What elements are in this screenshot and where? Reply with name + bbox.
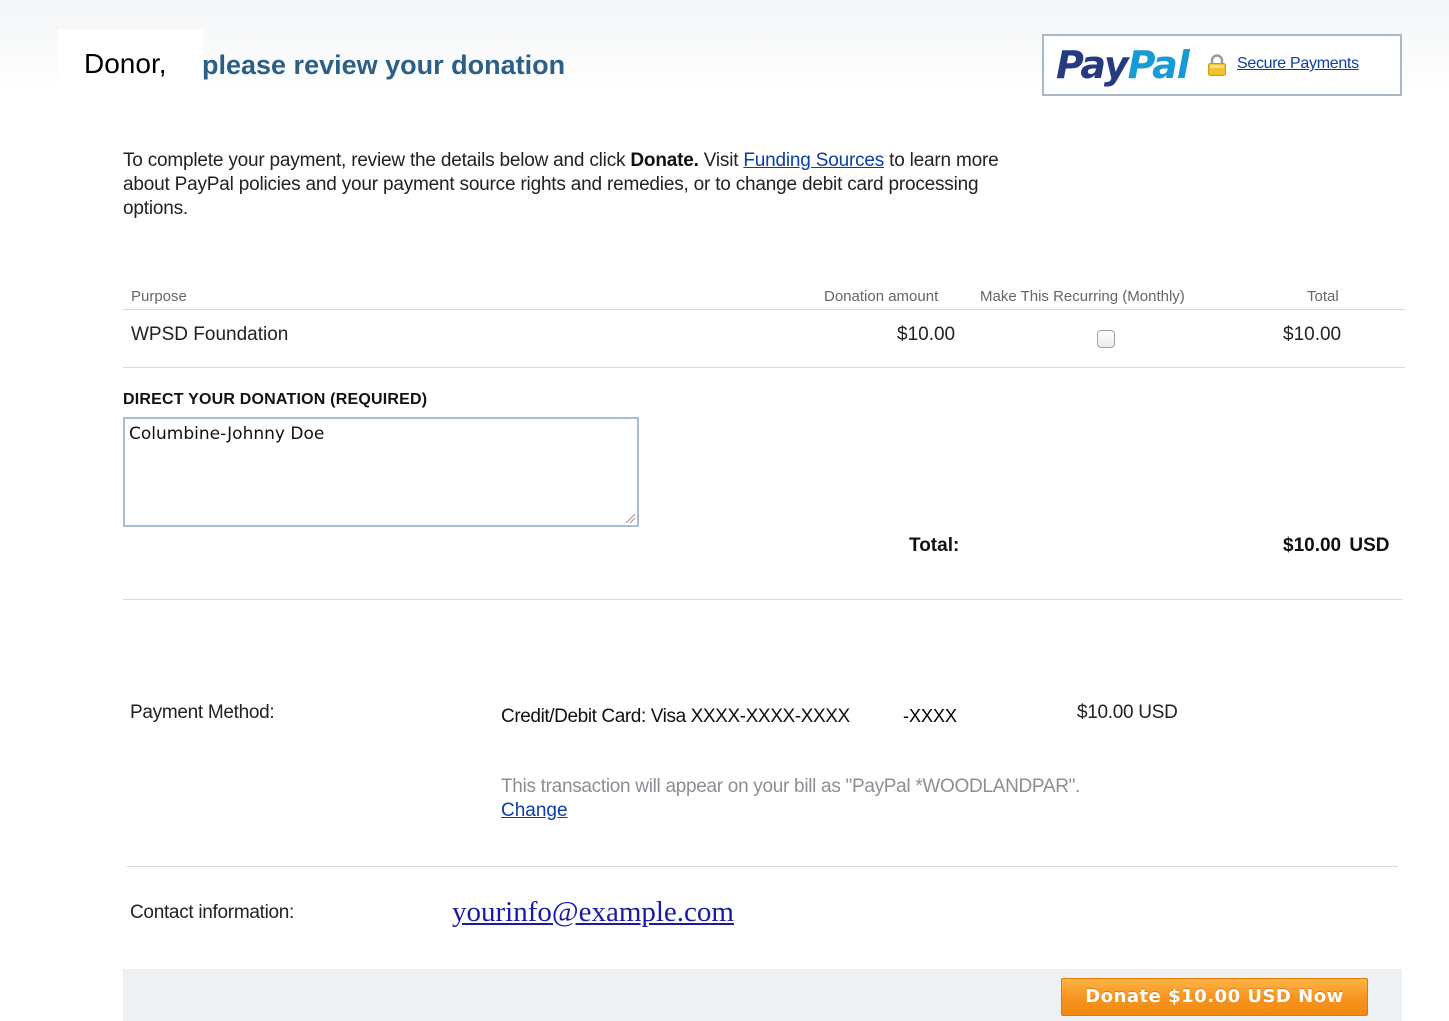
donation-amount-cell: $10.00	[897, 324, 956, 345]
contact-information-label: Contact information:	[130, 902, 295, 923]
paypal-logo-pay: Pay	[1056, 43, 1129, 87]
secure-payments-link[interactable]: Secure Payments	[1237, 55, 1359, 73]
billing-descriptor-note: This transaction will appear on your bil…	[501, 776, 1081, 797]
donate-now-button[interactable]: Donate $10.00 USD Now	[1061, 978, 1368, 1016]
lock-icon	[1208, 54, 1226, 76]
paypal-logo-pal: Pal	[1127, 43, 1190, 87]
payment-amount: $10.00 USD	[1077, 702, 1178, 723]
divider	[123, 309, 1405, 310]
total-cell: $10.00	[1283, 324, 1342, 345]
intro-text-part-2: Visit	[698, 150, 744, 171]
column-header-total: Total	[1307, 288, 1339, 305]
total-label: Total:	[909, 535, 960, 556]
contact-email-link[interactable]: yourinfo@example.com	[452, 896, 734, 929]
payment-method-label: Payment Method:	[130, 702, 275, 723]
purpose-cell: WPSD Foundation	[131, 324, 289, 345]
intro-donate-bold: Donate.	[630, 150, 699, 171]
recurring-checkbox[interactable]	[1097, 330, 1115, 348]
paypal-logo: PayPal	[1056, 43, 1190, 87]
page-title: please review your donation	[202, 50, 566, 80]
column-header-purpose: Purpose	[131, 288, 187, 305]
payment-card-last: -XXXX	[903, 706, 958, 726]
direct-donation-textarea[interactable]: Columbine-Johnny Doe	[123, 417, 639, 527]
resize-grip-icon[interactable]	[624, 512, 636, 524]
direct-donation-label: DIRECT YOUR DONATION (REQUIRED)	[123, 391, 428, 408]
intro-text-part-1: To complete your payment, review the det…	[123, 150, 631, 171]
divider	[123, 599, 1402, 600]
funding-sources-link[interactable]: Funding Sources	[743, 150, 884, 171]
column-header-donation-amount: Donation amount	[824, 288, 939, 305]
divider	[127, 866, 1398, 867]
intro-text: To complete your payment, review the det…	[123, 149, 1003, 221]
payment-card: Credit/Debit Card: Visa XXXX-XXXX-XXXX	[501, 706, 850, 727]
change-payment-link[interactable]: Change	[501, 800, 568, 822]
greeting-name: Donor,	[84, 48, 167, 79]
divider	[123, 367, 1405, 368]
total-value: $10.00 USD	[1283, 535, 1390, 556]
column-header-recurring: Make This Recurring (Monthly)	[980, 288, 1185, 305]
